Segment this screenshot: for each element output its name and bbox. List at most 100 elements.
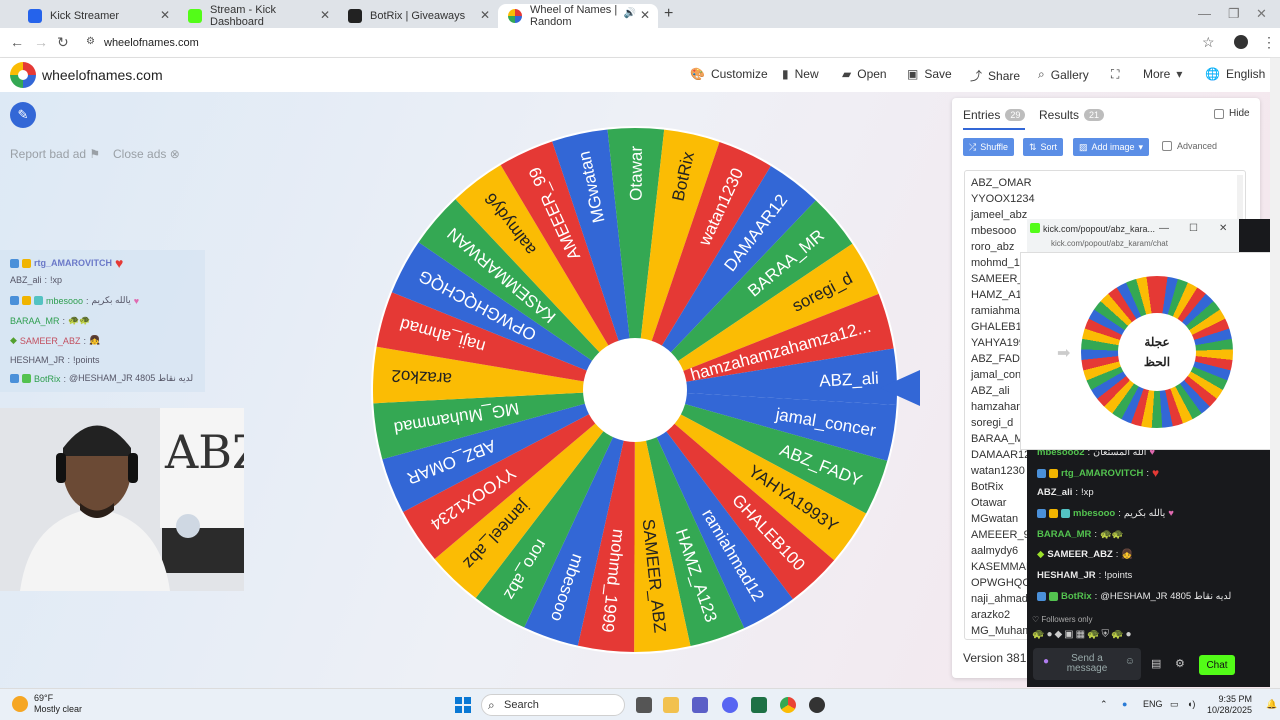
close-window-icon[interactable]: ✕: [1256, 6, 1267, 22]
entry-line[interactable]: aalmydy6: [971, 545, 1018, 557]
entry-line[interactable]: YYOOX1234: [971, 193, 1035, 205]
tray-chevron-up-icon[interactable]: ⌃: [1100, 699, 1108, 710]
entry-line[interactable]: jameel_abz: [971, 209, 1027, 221]
close-tab-icon[interactable]: ✕: [640, 8, 650, 22]
site-info-icon[interactable]: ⚙: [86, 36, 95, 47]
url-field[interactable]: ⚙ wheelofnames.com: [80, 31, 1220, 55]
report-ad-link[interactable]: Report bad ad ⚑: [10, 147, 100, 161]
entry-line[interactable]: MG_Muham: [971, 625, 1032, 637]
tab-kick-dashboard[interactable]: Stream - Kick Dashboard ✕: [178, 4, 338, 28]
edit-pencil-icon[interactable]: ✎: [10, 102, 36, 128]
shuffle-button[interactable]: ⤮ Shuffle: [963, 138, 1015, 156]
back-icon[interactable]: ←: [10, 34, 24, 50]
entry-line[interactable]: mbesooo: [971, 225, 1016, 237]
brand-name[interactable]: wheelofnames.com: [42, 67, 163, 83]
weather-widget[interactable]: 69°F Mostly clear: [12, 693, 82, 715]
hide-checkbox[interactable]: Hide: [1214, 108, 1250, 119]
entry-line[interactable]: BotRix: [971, 481, 1003, 493]
wheel-center-hub[interactable]: [583, 338, 687, 442]
entry-line[interactable]: hamzahan: [971, 401, 1022, 413]
kebab-menu-icon[interactable]: ⋮: [1262, 34, 1276, 51]
language-indicator[interactable]: ENG: [1143, 699, 1163, 709]
chrome-icon[interactable]: [780, 697, 796, 713]
open-button[interactable]: ▰ Open: [842, 67, 887, 81]
entry-line[interactable]: ABZ_FADY: [971, 353, 1027, 365]
entry-line[interactable]: MGwatan: [971, 513, 1018, 525]
maximize-icon[interactable]: ❐: [1228, 6, 1240, 22]
entry-line[interactable]: soregi_d: [971, 417, 1013, 429]
add-image-button[interactable]: ▨ Add image ▾: [1073, 138, 1150, 156]
entry-line[interactable]: HAMZ_A1: [971, 289, 1022, 301]
entry-line[interactable]: ABZ_OMAR: [971, 177, 1032, 189]
discord-icon[interactable]: [722, 697, 738, 713]
more-dropdown[interactable]: More ▾: [1143, 67, 1182, 81]
entry-line[interactable]: ramiahma: [971, 305, 1020, 317]
notification-bell-icon[interactable]: 🔔: [1266, 699, 1277, 710]
windows-start-icon[interactable]: [455, 697, 471, 713]
fullscreen-icon[interactable]: ⛶: [1111, 67, 1119, 82]
wheel[interactable]: jamal_concer ABZ_FADY YAHYA1993Y GHALEB100 r…: [371, 126, 899, 654]
chat-send-button[interactable]: Chat: [1199, 655, 1235, 675]
close-ads-link[interactable]: Close ads ⊗: [113, 147, 180, 161]
taskbar-search[interactable]: ⌕ Search: [481, 694, 625, 716]
checkbox-icon[interactable]: [1162, 141, 1172, 151]
media-player-icon[interactable]: [809, 697, 825, 713]
new-button[interactable]: ▮ New: [782, 67, 819, 81]
gallery-button[interactable]: ⌕ Gallery: [1038, 67, 1089, 82]
profile-avatar[interactable]: [1234, 35, 1248, 49]
close-tab-icon[interactable]: ✕: [480, 8, 490, 22]
settings-gear-icon[interactable]: ⚙: [1175, 657, 1185, 670]
emoji-icon[interactable]: ☺: [1125, 657, 1135, 667]
clock[interactable]: 9:35 PM 10/28/2025: [1207, 694, 1252, 716]
close-tab-icon[interactable]: ✕: [160, 8, 170, 22]
tab-entries[interactable]: Entries 29: [963, 108, 1026, 130]
tab-kick-streamer[interactable]: Kick Streamer ✕: [18, 4, 178, 28]
entry-line[interactable]: KASEMMAR: [971, 561, 1034, 573]
close-window-icon[interactable]: ✕: [1219, 223, 1227, 234]
customize-button[interactable]: 🎨 Customize: [690, 67, 768, 81]
checkbox-icon[interactable]: [1214, 108, 1224, 119]
tab-wheel-of-names[interactable]: Wheel of Names | Random 🔊 ✕: [498, 4, 658, 28]
bookmark-star-icon[interactable]: ☆: [1202, 34, 1215, 51]
audio-icon[interactable]: 🔊: [624, 8, 636, 19]
entry-line[interactable]: jamal_con: [971, 369, 1021, 381]
advanced-checkbox[interactable]: Advanced: [1162, 141, 1217, 151]
network-icon[interactable]: ▭: [1170, 699, 1179, 710]
entry-line[interactable]: watan1230: [971, 465, 1025, 477]
entry-line[interactable]: ABZ_ali: [971, 385, 1010, 397]
entry-line[interactable]: BARAA_M: [971, 433, 1024, 445]
microphone-icon[interactable]: ●: [1043, 657, 1049, 667]
close-tab-icon[interactable]: ✕: [320, 8, 330, 22]
volume-icon[interactable]: ◖): [1187, 699, 1195, 709]
file-explorer-icon[interactable]: [663, 697, 679, 713]
wheel-logo-icon[interactable]: [10, 62, 36, 88]
minimize-icon[interactable]: —: [1198, 6, 1211, 21]
kick-app-icon[interactable]: [751, 697, 767, 713]
gift-icon[interactable]: ▤: [1151, 657, 1161, 670]
entry-line[interactable]: DAMAAR12: [971, 449, 1030, 461]
entry-line[interactable]: naji_ahmad: [971, 593, 1028, 605]
task-view-icon[interactable]: [636, 697, 652, 713]
plus-icon[interactable]: +: [664, 5, 673, 23]
minimize-icon[interactable]: —: [1159, 223, 1169, 234]
tab-botrix[interactable]: BotRix | Giveaways ✕: [338, 4, 498, 28]
teams-icon[interactable]: [692, 697, 708, 713]
page-scrollbar[interactable]: [1270, 58, 1280, 688]
entry-line[interactable]: arazko2: [971, 609, 1010, 621]
entry-line[interactable]: mohmd_1: [971, 257, 1020, 269]
tab-results[interactable]: Results 21: [1039, 108, 1105, 122]
entry-line[interactable]: Otawar: [971, 497, 1006, 509]
language-dropdown[interactable]: 🌐 English: [1205, 67, 1265, 81]
microphone-icon[interactable]: ●: [1122, 699, 1127, 709]
share-button[interactable]: ⤴ Share: [970, 67, 1020, 84]
sort-button[interactable]: ⇅ Sort: [1023, 138, 1064, 156]
emote-bar[interactable]: 🐢●◆▣▦🐢⛨🐢●: [1032, 629, 1134, 640]
save-button[interactable]: ▣ Save: [907, 67, 952, 81]
entry-line[interactable]: roro_abz: [971, 241, 1014, 253]
maximize-icon[interactable]: ☐: [1189, 223, 1198, 234]
forward-icon[interactable]: →: [34, 34, 48, 50]
send-message-input[interactable]: ● Send a message ☺: [1033, 648, 1141, 680]
entry-line[interactable]: YAHYA199: [971, 337, 1025, 349]
wheel-svg[interactable]: jamal_concerABZ_FADYYAHYA1993YGHALEB100r…: [371, 126, 899, 654]
reload-icon[interactable]: ↻: [57, 34, 69, 51]
